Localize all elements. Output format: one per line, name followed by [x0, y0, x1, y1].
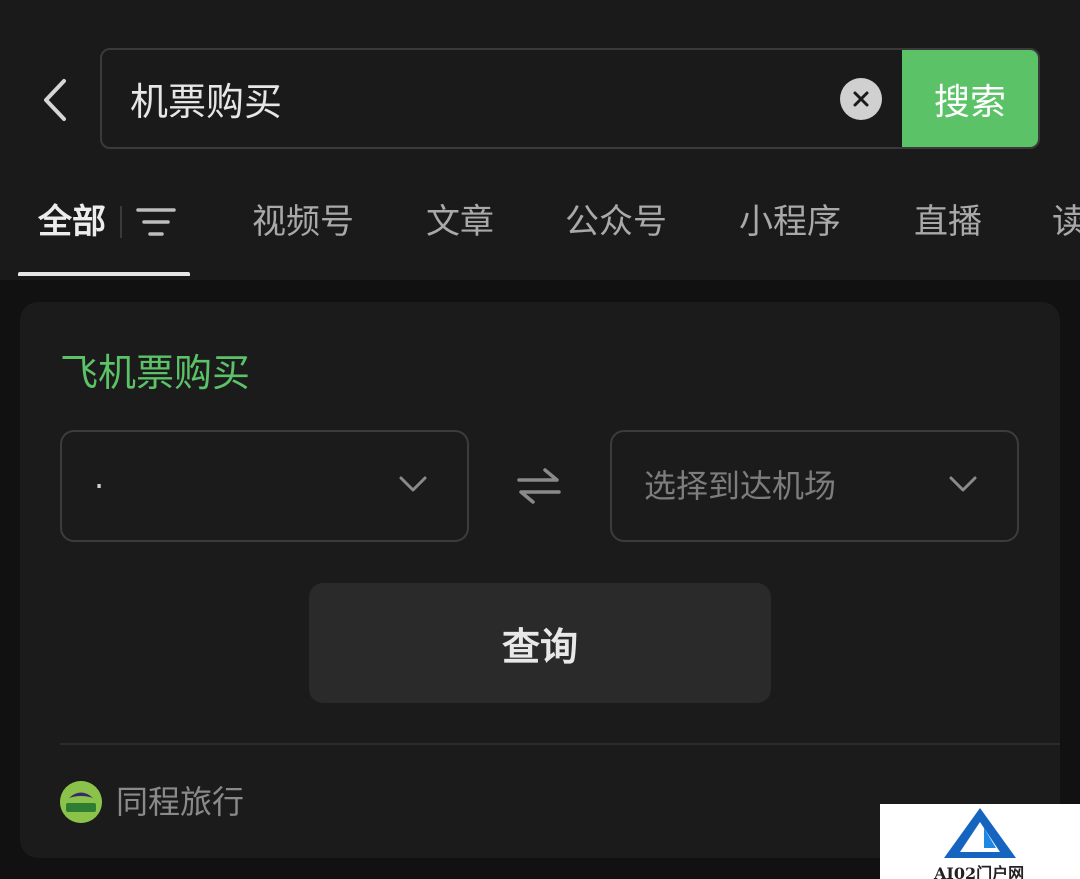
watermark: AI02门户网	[880, 804, 1080, 879]
search-input[interactable]	[130, 50, 820, 147]
tab-live[interactable]: 直播	[914, 192, 982, 252]
departure-airport-value: ·	[94, 467, 105, 505]
card-title: 飞机票购买	[60, 351, 251, 395]
top-bar: 搜索 全部 视频号 文章 公众号 小程序 直播 读	[0, 0, 1080, 280]
tab-official-accounts[interactable]: 公众号	[565, 192, 667, 252]
tab-divider	[120, 206, 122, 238]
tab-mini-programs[interactable]: 小程序	[739, 192, 841, 252]
watermark-logo-icon	[944, 808, 1016, 858]
chevron-down-icon	[949, 476, 977, 492]
tab-all[interactable]: 全部	[38, 192, 106, 252]
provider-name[interactable]: 同程旅行	[116, 776, 244, 828]
card-divider	[60, 743, 1060, 745]
arrival-airport-select[interactable]: 选择到达机场	[610, 430, 1019, 542]
category-tabs: 全部 视频号 文章 公众号 小程序 直播 读	[0, 180, 1080, 276]
search-button[interactable]: 搜索	[902, 50, 1038, 147]
back-button[interactable]	[30, 72, 80, 128]
tab-read[interactable]: 读	[1052, 192, 1080, 252]
chevron-left-icon	[44, 79, 66, 121]
flight-ticket-card: 飞机票购买 · 选择到达机场 查询 同程旅行	[20, 302, 1060, 858]
departure-airport-select[interactable]: ·	[60, 430, 469, 542]
query-button[interactable]: 查询	[309, 583, 771, 703]
tab-channels[interactable]: 视频号	[252, 192, 354, 252]
tongcheng-logo-icon	[60, 781, 102, 823]
arrival-airport-placeholder: 选择到达机场	[644, 467, 837, 505]
filter-icon[interactable]	[136, 204, 176, 240]
close-icon	[853, 91, 869, 107]
search-box: 搜索	[100, 48, 1040, 149]
provider-logo	[60, 781, 102, 823]
swap-icon[interactable]	[515, 466, 563, 506]
tab-articles[interactable]: 文章	[426, 192, 494, 252]
watermark-text: AI02门户网	[934, 864, 1025, 879]
chevron-down-icon	[399, 476, 427, 492]
clear-search-button[interactable]	[840, 78, 882, 120]
active-tab-indicator	[18, 272, 190, 276]
